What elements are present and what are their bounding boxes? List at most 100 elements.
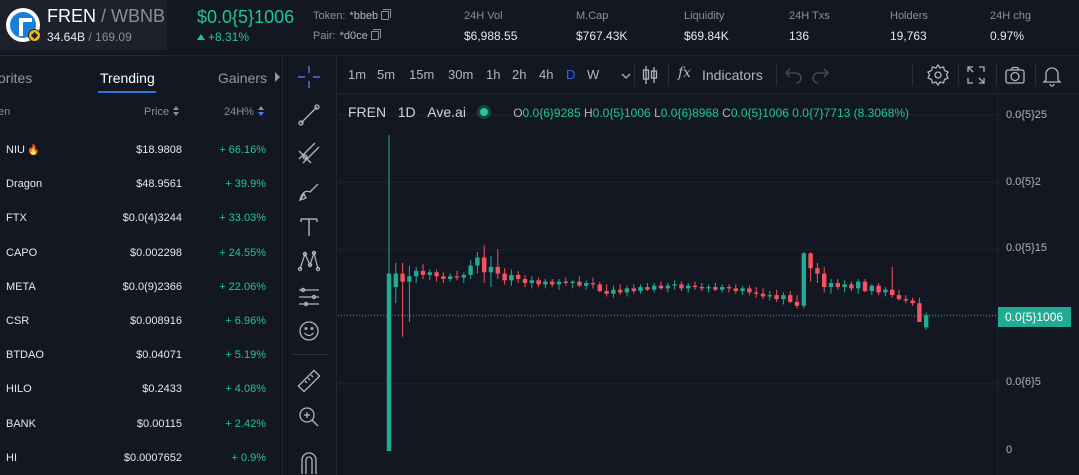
timeframe-1h[interactable]: 1h	[486, 67, 500, 82]
emoji-icon[interactable]	[296, 318, 322, 344]
chevron-down-icon[interactable]	[614, 64, 631, 88]
price-chart[interactable]: FREN 1D Ave.ai O0.0{6}9285 H0.0{5}1006 L…	[338, 95, 1079, 475]
candle-body	[584, 283, 589, 286]
candle	[740, 285, 745, 296]
token-row[interactable]: BANK $0.00115 + 2.42%	[0, 408, 282, 442]
candle	[726, 284, 732, 293]
timeframe-W[interactable]: W	[587, 67, 599, 82]
token-row[interactable]: CSR $0.008916 + 6.96%	[0, 305, 282, 339]
token-change: + 24.55%	[219, 246, 266, 259]
pair-address[interactable]: Pair: *d0ce	[313, 29, 381, 42]
token-symbol: META	[6, 280, 36, 293]
settings-gear-icon[interactable]	[926, 63, 950, 87]
crosshair-icon[interactable]	[296, 64, 322, 90]
candle-body	[563, 281, 568, 283]
token-row[interactable]: BTDAO $0.04071 + 5.19%	[0, 339, 282, 373]
last-price-tag: 0.0{5}1006	[998, 307, 1071, 327]
zoom-in-icon[interactable]	[296, 404, 322, 430]
candle	[611, 285, 616, 298]
candle-body	[856, 281, 861, 289]
brush-icon[interactable]	[296, 178, 322, 204]
candle	[733, 284, 738, 294]
timeframe-1m[interactable]: 1m	[348, 67, 366, 82]
token-row[interactable]: FTX $0.0(4)3244 + 33.03%	[0, 202, 282, 236]
camera-icon[interactable]	[1003, 63, 1027, 87]
candle	[910, 297, 915, 306]
candle-body	[488, 266, 494, 273]
tab-favorites[interactable]: orites	[0, 70, 32, 86]
token-row[interactable]: META $0.0(9)2366 + 22.06%	[0, 271, 282, 305]
pitchfork-icon[interactable]	[296, 140, 322, 166]
candle	[652, 283, 657, 293]
indicators-button[interactable]: Indicators	[702, 67, 763, 83]
magnet-icon[interactable]	[296, 448, 322, 474]
token-list: NIU 🔥 $18.9808 + 66.16% Dragon $48.9561 + 39.9…	[0, 134, 282, 475]
redo-icon[interactable]	[808, 63, 832, 87]
candle	[754, 287, 759, 298]
pattern-icon[interactable]	[296, 248, 322, 274]
pair-info[interactable]: FREN / WBNB 34.64B / 169.09	[0, 0, 167, 50]
column-price[interactable]: Price	[144, 106, 180, 118]
candle-body	[427, 272, 432, 275]
candle-body	[788, 295, 793, 302]
candle	[801, 252, 806, 309]
fire-icon: 🔥	[26, 145, 40, 156]
timeframe-4h[interactable]: 4h	[539, 67, 553, 82]
candle	[835, 278, 840, 290]
candle	[699, 283, 704, 292]
candle	[760, 288, 766, 300]
token-change: + 0.9%	[231, 451, 266, 464]
token-change: + 33.03%	[219, 212, 266, 225]
fullscreen-icon[interactable]	[964, 63, 988, 87]
candle-body	[502, 273, 507, 281]
long-position-icon[interactable]	[296, 284, 322, 310]
token-row[interactable]: HILO $0.2433 + 4.08%	[0, 373, 282, 407]
token-address[interactable]: Token: *bbeb	[313, 9, 392, 22]
candle-body	[849, 284, 854, 289]
candle-body	[917, 303, 922, 322]
candle-body	[597, 284, 602, 292]
y-axis-label: 0	[1006, 444, 1013, 456]
candle	[509, 269, 514, 286]
tab-trending[interactable]: Trending	[100, 70, 155, 86]
scroll-right-icon[interactable]	[1070, 63, 1079, 87]
column-24h-change[interactable]: 24H%	[224, 106, 264, 118]
candle-type-icon[interactable]	[638, 63, 662, 87]
tab-gainers[interactable]: Gainers	[218, 70, 267, 86]
candle	[679, 281, 684, 292]
token-row[interactable]: HI $0.0007652 + 0.9%	[0, 442, 282, 475]
candlestick-chart[interactable]	[338, 95, 1079, 475]
candle-body	[869, 285, 874, 292]
timeframe-30m[interactable]: 30m	[448, 67, 473, 82]
token-price: $48.9561	[136, 178, 182, 191]
undo-icon[interactable]	[782, 63, 806, 87]
timeframe-2h[interactable]: 2h	[512, 67, 526, 82]
legend-source: Ave.ai	[427, 104, 466, 120]
trend-line-icon[interactable]	[296, 102, 322, 128]
timeframe-15m[interactable]: 15m	[409, 67, 434, 82]
alert-bell-icon[interactable]	[1040, 63, 1064, 87]
timeframe-5m[interactable]: 5m	[377, 67, 395, 82]
bnb-chain-icon	[28, 29, 41, 42]
text-icon[interactable]	[296, 214, 322, 240]
stat-liquidity: Liquidity $69.84K	[684, 10, 729, 43]
copy-icon[interactable]	[381, 9, 392, 20]
candle-body	[740, 288, 745, 292]
token-price: $0.008916	[130, 314, 182, 327]
candle-body	[754, 292, 759, 294]
token-row[interactable]: Dragon $48.9561 + 39.9%	[0, 168, 282, 202]
toolbar-divider	[912, 64, 913, 86]
token-row[interactable]: NIU 🔥 $18.9808 + 66.16%	[0, 134, 282, 168]
copy-icon[interactable]	[370, 29, 381, 40]
fx-icon[interactable]: fx	[678, 65, 691, 81]
candle-body	[522, 278, 528, 283]
ruler-icon[interactable]	[296, 368, 322, 394]
timeframe-D[interactable]: D	[566, 67, 575, 82]
candle-body	[794, 301, 800, 306]
candle	[597, 281, 602, 293]
scroll-right-icon[interactable]	[275, 72, 281, 82]
candle-body	[883, 289, 888, 293]
token-row[interactable]: CAPO $0.002298 + 24.55%	[0, 237, 282, 271]
candle-body	[393, 273, 398, 288]
candle	[543, 278, 548, 289]
